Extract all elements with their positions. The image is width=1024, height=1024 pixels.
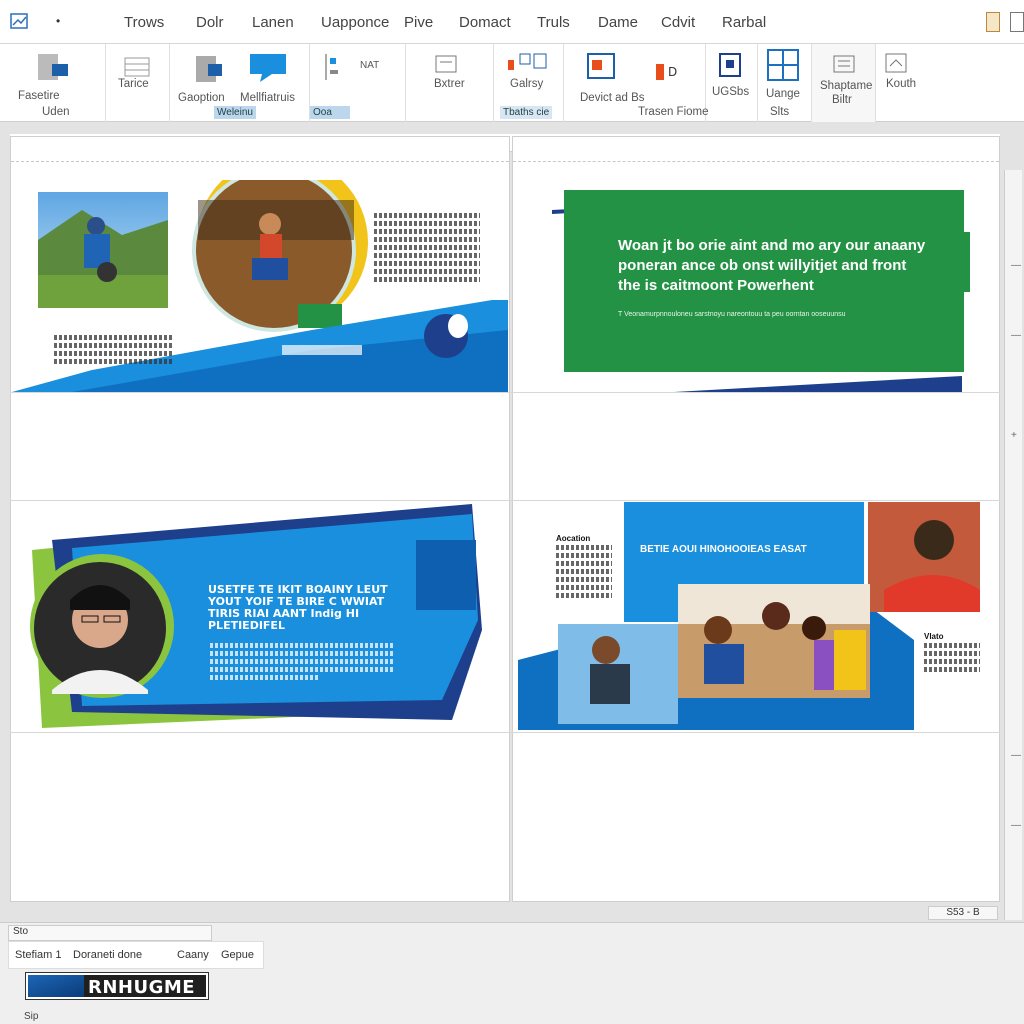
ribbon-group-3: Gaoption Mellfiatruis Weleinu: [170, 44, 310, 122]
row-divider: [10, 392, 1000, 393]
menu-item-10[interactable]: Rarbal: [722, 14, 766, 31]
sheet-tab[interactable]: Sto: [8, 925, 212, 941]
device-icon[interactable]: [584, 50, 620, 84]
ribbon-group-9: Uange Slts: [758, 44, 812, 122]
frame-icon[interactable]: [718, 52, 744, 80]
menu-item-1[interactable]: Trows: [124, 14, 164, 31]
logo-text: RNHUGME: [88, 977, 196, 998]
footer-label: Sip: [24, 1011, 39, 1022]
ribbon-group-11: Kouth: [876, 44, 928, 122]
ribbon-chip-ooa[interactable]: Ooa: [310, 106, 350, 119]
page-margin-guide: [513, 161, 999, 162]
ribbon-label-biltr[interactable]: Biltr: [832, 94, 852, 106]
window-close-button[interactable]: [1010, 12, 1024, 32]
slide-3-title: USETFE TE IKIT BOAINY LEUT YOUT YOIF TE …: [208, 583, 388, 632]
grid-icon[interactable]: [766, 48, 800, 82]
svg-text:D: D: [668, 65, 677, 79]
text-box-icon[interactable]: [430, 52, 466, 80]
vertical-ruler[interactable]: — — + — —: [1004, 170, 1022, 920]
gallery-icon[interactable]: [504, 50, 554, 80]
ribbon-label-trasen-fiome[interactable]: Trasen Fiome: [638, 106, 709, 118]
align-icon[interactable]: [320, 50, 360, 86]
ribbon-chip-weleinu[interactable]: Weleinu: [214, 106, 256, 119]
slide-4[interactable]: BETIE AOUI HINOHOOIEAS EASAT Aocation Vl…: [514, 500, 998, 732]
status-label-1[interactable]: Stefiam 1: [15, 949, 61, 961]
ribbon-label-bxtrer[interactable]: Bxtrer: [434, 78, 465, 90]
ribbon-group-1: Fasetire Uden: [0, 44, 106, 122]
table-icon[interactable]: [122, 54, 154, 80]
slide-1-caption: [54, 332, 174, 367]
ribbon-group-10: Shaptame Biltr: [812, 44, 876, 122]
status-label-4[interactable]: Gepue: [221, 949, 254, 961]
status-label-3[interactable]: Caany: [177, 949, 209, 961]
ribbon-label-fasetire[interactable]: Fasetire: [18, 90, 60, 102]
ribbon-label-galrsy[interactable]: Galrsy: [510, 78, 543, 90]
ribbon-label-slts[interactable]: Slts: [770, 106, 789, 118]
ruler-tick-icon: —: [1011, 260, 1021, 271]
quick-access-dot[interactable]: •: [56, 14, 60, 28]
window-restore-button[interactable]: [986, 12, 1000, 32]
menu-bar: • Trows Dolr Lanen Uapponce Pive Domact …: [0, 0, 1024, 44]
ruler-tick-icon: +: [1011, 430, 1017, 441]
slide-4-side-text-2: [924, 640, 980, 675]
ribbon-group-4: NAT Ooa: [310, 44, 406, 122]
menu-item-8[interactable]: Dame: [598, 14, 638, 31]
ribbon-group-8: UGSbs: [706, 44, 758, 122]
slide-2-title: Woan jt bo orie aint and mo ary our anaa…: [618, 237, 926, 294]
ruler-tick-icon: —: [1011, 330, 1021, 341]
brand-logo: RNHUGME: [25, 972, 209, 1000]
home-icon[interactable]: [884, 52, 910, 76]
menu-item-7[interactable]: Truls: [537, 14, 570, 31]
slide-3-body-text: [210, 640, 394, 683]
ribbon-label-kouth[interactable]: Kouth: [886, 78, 916, 90]
page-margin-guide: [11, 161, 509, 162]
shapes-icon[interactable]: [194, 52, 230, 86]
slide-2-subtitle: T Veonamurpnnouloneu sarstnoyu nareontou…: [618, 311, 846, 318]
ribbon-chip-tbaths[interactable]: Tbaths cie: [500, 106, 553, 119]
menu-item-4[interactable]: Uapponce: [321, 14, 389, 31]
slide-2[interactable]: Woan jt bo orie aint and mo ary our anaa…: [514, 180, 998, 392]
ruler-tick-icon: —: [1011, 820, 1021, 831]
ruler-tick-icon: —: [1011, 750, 1021, 761]
menu-item-2[interactable]: Dolr: [196, 14, 224, 31]
status-bar: Stefiam 1 Doraneti done Caany Gepue: [8, 941, 264, 969]
layout-icon[interactable]: [36, 52, 72, 84]
document-icon[interactable]: [832, 54, 858, 76]
ribbon-label-devict[interactable]: Devict ad Bs: [580, 92, 645, 104]
slide-1[interactable]: [12, 180, 508, 392]
menu-item-5[interactable]: Pive: [404, 14, 433, 31]
menu-item-6[interactable]: Domact: [459, 14, 511, 31]
ribbon-group-2: Tarice: [106, 44, 170, 122]
picture-icon[interactable]: [246, 50, 290, 84]
menu-item-3[interactable]: Lanen: [252, 14, 294, 31]
ribbon-group-7: D Devict ad Bs Trasen Fiome: [564, 44, 709, 122]
slide-1-body-text: [374, 210, 480, 285]
zoom-control[interactable]: S53 - B: [928, 906, 998, 920]
ribbon-group-5: Bxtrer: [406, 44, 494, 122]
ribbon-label-uden[interactable]: Uden: [42, 106, 70, 118]
slide-4-side-text: [556, 542, 612, 601]
status-label-2[interactable]: Doraneti done: [73, 949, 142, 961]
ribbon-label-tarice[interactable]: Tarice: [118, 78, 149, 90]
ribbon-label-nat[interactable]: NAT: [360, 60, 379, 71]
slide-3[interactable]: USETFE TE IKIT BOAINY LEUT YOUT YOIF TE …: [12, 500, 508, 732]
status-area: Sto Stefiam 1 Doraneti done Caany Gepue …: [0, 922, 1024, 1024]
logo-mark-icon: [28, 975, 84, 997]
menu-item-9[interactable]: Cdvit: [661, 14, 695, 31]
app-icon[interactable]: [10, 12, 30, 32]
row-divider: [10, 732, 1000, 733]
ribbon-label-ugsbs[interactable]: UGSbs: [712, 86, 749, 98]
slide-4-heading: BETIE AOUI HINOHOOIEAS EASAT: [640, 544, 807, 555]
ribbon: Fasetire Uden Tarice Gaoption Mellfiatru…: [0, 44, 1024, 122]
ribbon-label-mellfiatruis[interactable]: Mellfiatruis: [240, 92, 295, 104]
ribbon-label-uange[interactable]: Uange: [766, 88, 800, 100]
ribbon-label-shaptame[interactable]: Shaptame: [820, 80, 872, 92]
theme-icon[interactable]: D: [652, 58, 686, 86]
ribbon-label-gaoption[interactable]: Gaoption: [178, 92, 225, 104]
